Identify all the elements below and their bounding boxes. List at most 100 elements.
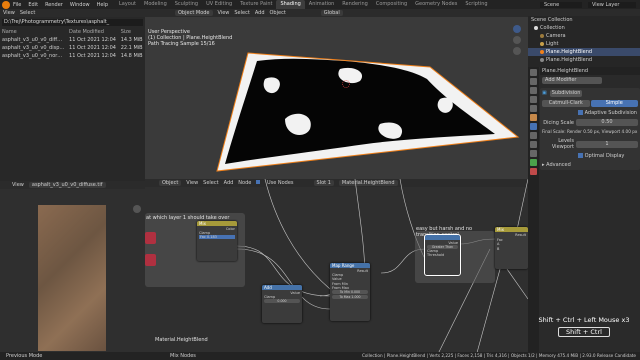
column-date[interactable]: Date Modified: [67, 28, 119, 36]
node-tree-label: Material.HeightBlend: [155, 337, 208, 343]
outliner-item[interactable]: Collection: [528, 24, 640, 32]
physics-tab-icon[interactable]: [530, 141, 537, 148]
to-max-value: 1.000: [351, 295, 361, 300]
menu-help[interactable]: Help: [97, 2, 108, 8]
select-menu[interactable]: Select: [20, 10, 35, 16]
optimal-display-checkbox[interactable]: Optimal Display: [578, 153, 638, 159]
file-row[interactable]: asphalt_v3_u0_v0_diffuse.tif 11 Oct 2021…: [0, 36, 145, 44]
image-view-menu[interactable]: View: [12, 182, 24, 188]
file-path-field[interactable]: D:\Trej\Photogrammetry\Textures\asphalt_: [2, 19, 143, 26]
workspace-tab-rendering[interactable]: Rendering: [338, 0, 372, 9]
data-tab-icon[interactable]: [530, 159, 537, 166]
zoom-icon[interactable]: [513, 25, 521, 33]
key-caption: Shift + Ctrl + Left Mouse x3: [538, 316, 630, 324]
outliner-item-selected[interactable]: Plane.HeightBlend: [528, 48, 640, 56]
menu-window[interactable]: Window: [70, 2, 90, 8]
workspace-tab-modeling[interactable]: Modeling: [140, 0, 171, 9]
subdivision-type-toggle: Catmull-Clark Simple: [542, 100, 638, 107]
menu-render[interactable]: Render: [45, 2, 63, 8]
workspace-tab-texture-paint[interactable]: Texture Paint: [236, 0, 276, 9]
to-max-label: To Max: [339, 295, 351, 300]
mix-node[interactable]: Mix Color Clamp Fac 0.183: [197, 221, 237, 261]
input-node[interactable]: [145, 232, 156, 244]
outliner-scene-collection[interactable]: Scene Collection: [528, 16, 640, 24]
workspace-tab-geometry-nodes[interactable]: Geometry Nodes: [411, 0, 461, 9]
node-editor[interactable]: Object View Select Add Node Use Nodes Sl…: [145, 179, 528, 360]
file-row[interactable]: asphalt_v3_u0_v0_normal.tif 11 Oct 2021 …: [0, 52, 145, 60]
outliner-item[interactable]: Light: [528, 40, 640, 48]
column-size[interactable]: Size: [119, 28, 145, 36]
advanced-label: Advanced: [546, 162, 571, 168]
file-name: asphalt_v3_u0_v0_displacement.exr: [2, 45, 67, 51]
file-name: asphalt_v3_u0_v0_diffuse.tif: [2, 37, 68, 43]
file-size: 22.1 MiB: [120, 45, 143, 51]
mesh-icon: [540, 57, 544, 62]
advanced-panel-toggle[interactable]: ▸ Advanced: [542, 162, 638, 168]
scene-tab-icon[interactable]: [530, 96, 537, 103]
adaptive-subdivision-checkbox[interactable]: Adaptive Subdivision: [578, 110, 638, 116]
file-browser-panel: View Select D:\Trej\Photogrammetry\Textu…: [0, 9, 145, 181]
levels-viewport-field[interactable]: 1: [576, 140, 638, 148]
map-range-to-min-field[interactable]: To Min 0.000: [332, 290, 368, 295]
subdivision-icon: ▣: [542, 90, 547, 96]
status-right: Collection | Plane.HeightBlend | Verts 2…: [361, 353, 636, 358]
plane-mesh[interactable]: [145, 9, 528, 179]
workspace-tab-animation[interactable]: Animation: [305, 0, 339, 9]
mix-output-node[interactable]: Mix Result Fac A B: [495, 227, 528, 269]
render-tab-icon[interactable]: [530, 78, 537, 85]
pan-icon[interactable]: [513, 36, 521, 44]
modifier-box: ▣ Subdivision Catmull-Clark Simple Adapt…: [540, 88, 640, 170]
view-layer-selector[interactable]: View Layer: [588, 1, 636, 8]
modifier-name-field[interactable]: Subdivision: [549, 90, 582, 97]
tool-tab-icon[interactable]: [530, 69, 537, 76]
outliner-item[interactable]: Camera: [528, 32, 640, 40]
workspace-tab-compositing[interactable]: Compositing: [372, 0, 411, 9]
modifier-properties: Plane.HeightBlend Add Modifier ▣ Subdivi…: [540, 67, 640, 170]
workspace-tab-scripting[interactable]: Scripting: [461, 0, 491, 9]
workspace-tab-shading[interactable]: Shading: [276, 0, 305, 9]
add-node[interactable]: Add Value Clamp 0.000: [262, 285, 302, 323]
workspace-tab-sculpting[interactable]: Sculpting: [171, 0, 202, 9]
material-tab-icon[interactable]: [530, 168, 537, 175]
modifier-tab-icon[interactable]: [530, 123, 537, 130]
workspace-tab-uv-editing[interactable]: UV Editing: [202, 0, 236, 9]
outliner-item-label: Light: [546, 41, 559, 47]
menu-file[interactable]: File: [13, 2, 21, 8]
dicing-scale-field[interactable]: 0.50: [576, 119, 638, 126]
file-row[interactable]: asphalt_v3_u0_v0_displacement.exr 11 Oct…: [0, 44, 145, 52]
menu-edit[interactable]: Edit: [28, 2, 38, 8]
simple-button[interactable]: Simple: [590, 100, 638, 107]
hand-pan-icon[interactable]: [133, 205, 141, 213]
outliner-item-label: Plane.HeightBlend: [546, 57, 593, 63]
3d-viewport[interactable]: Object Mode View Select Add Object Globa…: [145, 9, 528, 179]
camera-view-icon[interactable]: [513, 47, 521, 55]
input-node[interactable]: [145, 254, 156, 266]
outliner-item[interactable]: Plane.HeightBlend: [528, 56, 640, 64]
map-range-to-max-field[interactable]: To Max 1.000: [332, 295, 368, 300]
column-name[interactable]: Name: [0, 28, 67, 36]
greater-than-threshold: Threshold: [427, 253, 445, 258]
workspace-tab-layout[interactable]: Layout: [115, 0, 140, 9]
screencast-keys-overlay: Shift + Ctrl + Left Mouse x3 Shift + Ctr…: [528, 310, 640, 350]
add-modifier-button[interactable]: Add Modifier: [542, 77, 602, 84]
image-name-field[interactable]: asphalt_v3_u0_v0_diffuse.tif: [28, 182, 106, 188]
output-tab-icon[interactable]: [530, 87, 537, 94]
map-range-node[interactable]: Map Range Result Clamp Value From Min Fr…: [330, 263, 370, 321]
view-menu[interactable]: View: [3, 10, 15, 16]
greater-than-node[interactable]: Value Greater Than Clamp Threshold: [424, 234, 461, 276]
optimal-display-label: Optimal Display: [584, 153, 625, 159]
checkbox-checked-icon: [578, 110, 583, 115]
world-tab-icon[interactable]: [530, 105, 537, 112]
object-name-field[interactable]: Plane.HeightBlend: [540, 67, 640, 75]
scene-selector[interactable]: Scene: [540, 1, 582, 8]
navigation-gizmo[interactable]: [513, 25, 523, 85]
outliner-panel: Scene Collection Collection Camera Light…: [528, 9, 640, 67]
add-value-field[interactable]: 0.000: [264, 299, 300, 303]
constraints-tab-icon[interactable]: [530, 150, 537, 157]
catmull-clark-button[interactable]: Catmull-Clark: [542, 100, 590, 107]
mix-fac-field[interactable]: Fac 0.183: [199, 235, 235, 239]
particles-tab-icon[interactable]: [530, 132, 537, 139]
object-tab-icon[interactable]: [530, 114, 537, 121]
outliner-item-label: Collection: [540, 25, 565, 31]
blender-logo-icon[interactable]: [2, 0, 10, 9]
